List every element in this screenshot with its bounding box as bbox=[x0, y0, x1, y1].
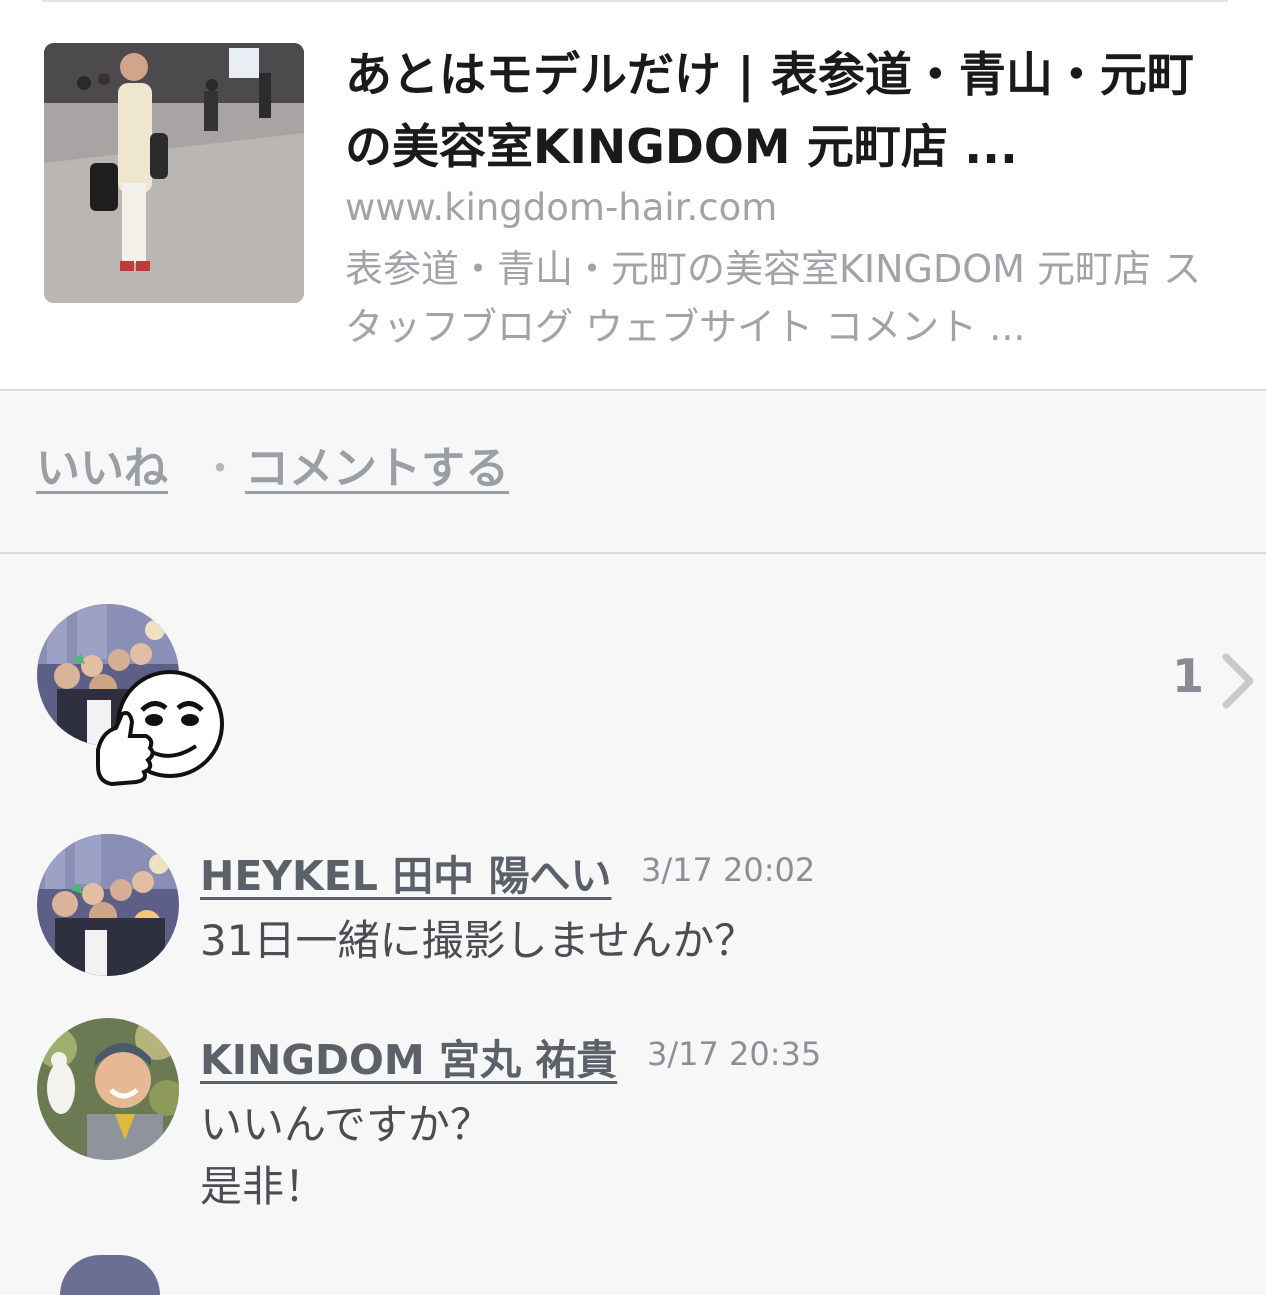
likes-row[interactable]: 1 bbox=[0, 554, 1266, 794]
comment-timestamp: 3/17 20:02 bbox=[641, 851, 816, 889]
thumbs-up-face-sticker-icon bbox=[96, 670, 224, 787]
commenter-avatar[interactable] bbox=[37, 1018, 179, 1160]
comment-timestamp: 3/17 20:35 bbox=[647, 1035, 822, 1073]
link-url: www.kingdom-hair.com bbox=[345, 186, 778, 229]
link-description: 表参道・青山・元町の美容室KINGDOM 元町店 スタッフブログ ウェブサイト … bbox=[345, 247, 1202, 349]
comment-button[interactable]: コメントする bbox=[245, 441, 509, 497]
like-count: 1 bbox=[1172, 649, 1205, 703]
post-actions-bar: いいね ・ コメントする bbox=[0, 391, 1266, 554]
comment-author-link[interactable]: HEYKEL 田中 陽へい bbox=[200, 850, 611, 902]
divider bbox=[42, 0, 1228, 2]
commenter-avatar[interactable] bbox=[37, 834, 179, 976]
link-preview-card[interactable]: あとはモデルだけ | 表参道・青山・元町の美容室KINGDOM 元町店 ... … bbox=[0, 0, 1266, 391]
comment-author-link[interactable]: KINGDOM 宮丸 祐貴 bbox=[200, 1034, 617, 1086]
link-title[interactable]: あとはモデルだけ | 表参道・青山・元町の美容室KINGDOM 元町店 ... bbox=[345, 40, 1225, 184]
link-thumbnail[interactable] bbox=[44, 43, 304, 303]
action-separator: ・ bbox=[200, 446, 240, 492]
comment-text: いいんですか？ 是非！ bbox=[200, 1100, 492, 1211]
comment-text: 31日一緒に撮影しませんか？ bbox=[200, 916, 757, 965]
chevron-right-icon[interactable] bbox=[1218, 651, 1258, 711]
commenter-avatar[interactable] bbox=[60, 1255, 160, 1295]
like-button[interactable]: いいね bbox=[36, 441, 168, 497]
